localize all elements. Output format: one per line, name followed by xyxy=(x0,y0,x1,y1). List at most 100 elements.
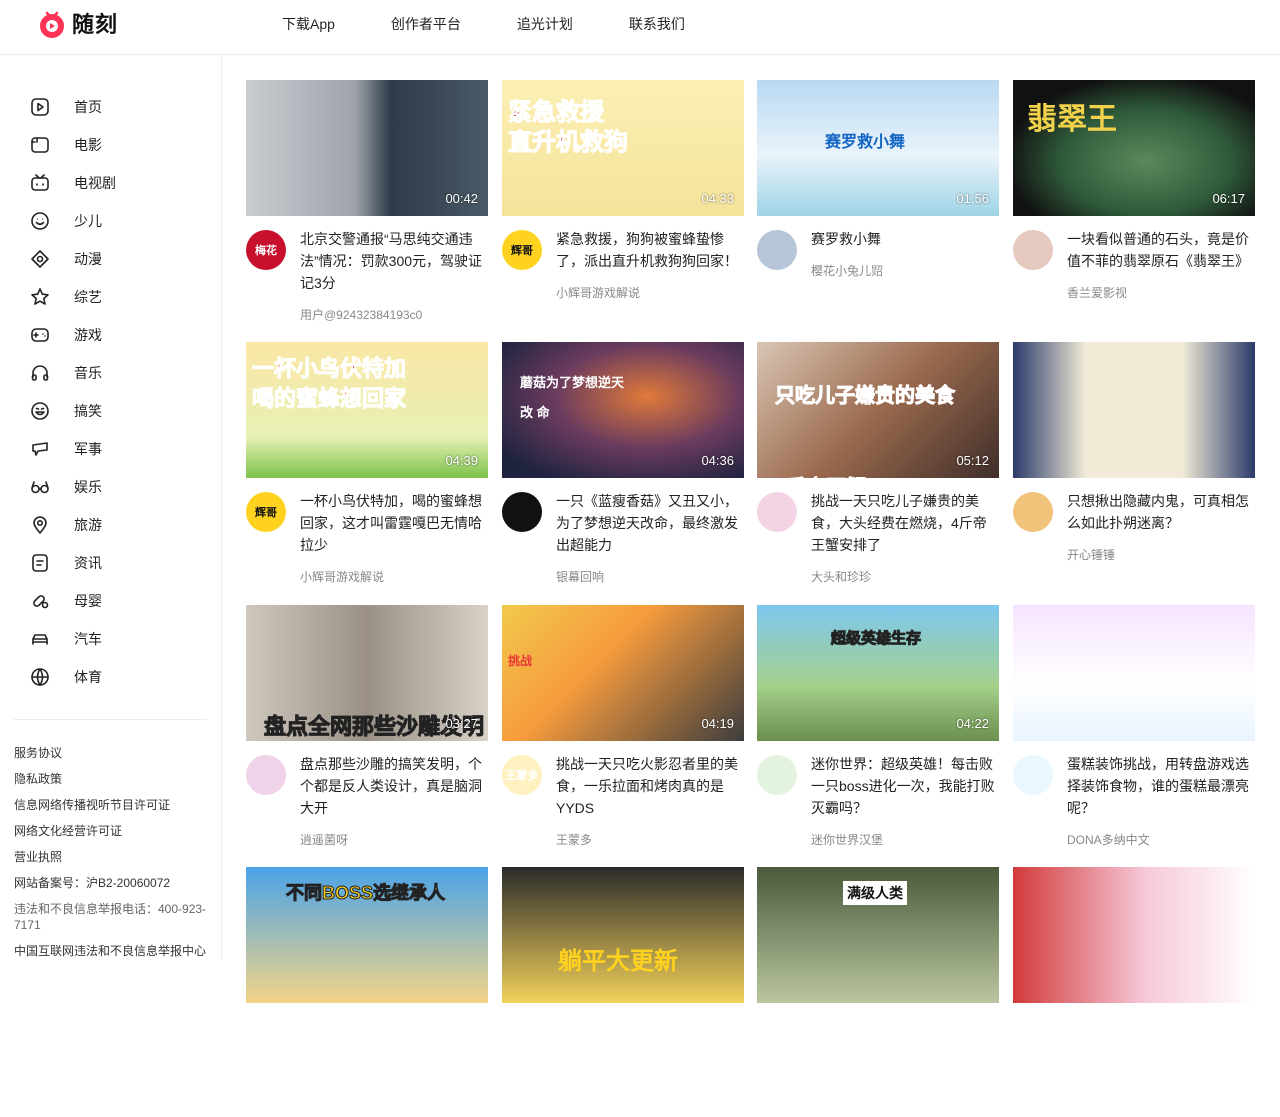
nav-light-plan[interactable]: 追光计划 xyxy=(517,14,573,34)
sidebar-item[interactable]: 音乐 xyxy=(0,354,222,392)
footer-link[interactable]: 信息网络传播视听节目许可证 xyxy=(14,797,214,813)
video-author[interactable]: 小辉哥游戏解说 xyxy=(556,284,640,301)
author-avatar[interactable] xyxy=(757,492,797,532)
video-thumbnail[interactable]: 超级英雄生存 04:22 xyxy=(757,605,999,741)
sidebar-item[interactable]: 汽车 xyxy=(0,620,222,658)
author-avatar[interactable]: 辉哥 xyxy=(502,230,542,270)
video-title[interactable]: 一块看似普通的石头，竟是价值不菲的翡翠原石《翡翠王》 xyxy=(1067,228,1255,272)
author-avatar[interactable] xyxy=(246,755,286,795)
video-thumbnail[interactable]: 00:42 xyxy=(246,80,488,216)
video-author[interactable]: 用户@92432384193c0 xyxy=(300,306,422,323)
sidebar-item[interactable]: 旅游 xyxy=(0,506,222,544)
video-thumbnail[interactable] xyxy=(1013,342,1255,478)
video-author[interactable]: 小辉哥游戏解说 xyxy=(300,568,384,585)
video-thumbnail[interactable] xyxy=(1013,867,1255,1003)
video-card[interactable]: 只吃儿子嫌贵的美食 4斤帝王蟹05:12 挑战一天只吃儿子嫌贵的美食，大头经费在燃… xyxy=(757,342,999,592)
sidebar-item[interactable]: 游戏 xyxy=(0,316,222,354)
video-card[interactable]: 满级人类 xyxy=(757,867,999,1117)
video-author[interactable]: 银幕回响 xyxy=(556,568,604,585)
sidebar-item[interactable]: 综艺 xyxy=(0,278,222,316)
video-card[interactable] xyxy=(1013,867,1255,1117)
video-thumbnail[interactable]: 翡翠王 06:17 xyxy=(1013,80,1255,216)
sidebar-item[interactable]: 电视剧 xyxy=(0,164,222,202)
video-thumbnail[interactable]: 一杯小鸟伏特加 喝的蜜蜂想回家 04:39 xyxy=(246,342,488,478)
video-card[interactable]: 蛋糕装饰挑战，用转盘游戏选择装饰食物，谁的蛋糕最漂亮呢？ DONA多纳中文 xyxy=(1013,605,1255,855)
author-avatar[interactable] xyxy=(1013,492,1053,532)
video-thumbnail[interactable]: 满级人类 xyxy=(757,867,999,1003)
video-author[interactable]: 香兰爱影视 xyxy=(1067,284,1127,301)
video-title[interactable]: 赛罗救小舞 xyxy=(811,228,999,250)
video-card[interactable]: 蘑菇为了梦想逆天 改 命 04:36 一只《蓝瘦香菇》又丑又小，为了梦想逆天改命，最… xyxy=(502,342,744,592)
author-avatar[interactable] xyxy=(757,230,797,270)
video-card[interactable]: 超级英雄生存 04:22 迷你世界：超级英雄！每击败一只boss进化一次，我能打败灭… xyxy=(757,605,999,855)
video-thumbnail[interactable]: 只吃儿子嫌贵的美食 4斤帝王蟹05:12 xyxy=(757,342,999,478)
video-author[interactable]: 迷你世界汉堡 xyxy=(811,831,883,848)
video-card[interactable]: 不同BOSS选继承人 xyxy=(246,867,488,1117)
video-card[interactable]: 一杯小鸟伏特加 喝的蜜蜂想回家 04:39 辉哥 一杯小鸟伏特加，喝的蜜蜂想回家，这才… xyxy=(246,342,488,592)
author-avatar[interactable]: 王蒙多 xyxy=(502,755,542,795)
nav-creator-platform[interactable]: 创作者平台 xyxy=(391,14,461,34)
video-title[interactable]: 紧急救援，狗狗被蜜蜂蛰惨了，派出直升机救狗狗回家！ xyxy=(556,228,744,272)
laugh-icon xyxy=(30,401,50,421)
sidebar-item[interactable]: 首页 xyxy=(0,88,222,126)
author-avatar[interactable] xyxy=(502,492,542,532)
video-card[interactable]: 盘点全网那些沙雕发明 03:27 盘点那些沙雕的搞笑发明，个个都是反人类设计，真是脑… xyxy=(246,605,488,855)
video-title[interactable]: 挑战一天只吃火影忍者里的美食，一乐拉面和烤肉真的是YYDS xyxy=(556,753,744,819)
video-thumbnail[interactable]: 躺平大更新 xyxy=(502,867,744,1003)
video-thumbnail[interactable] xyxy=(1013,605,1255,741)
logo-play-icon xyxy=(38,9,66,38)
sidebar-item[interactable]: 搞笑 xyxy=(0,392,222,430)
footer-link[interactable]: 隐私政策 xyxy=(14,771,214,787)
footer-link[interactable]: 营业执照 xyxy=(14,849,214,865)
video-author[interactable]: 逍遥菌呀 xyxy=(300,831,348,848)
video-author[interactable]: DONA多纳中文 xyxy=(1067,831,1150,848)
sidebar-item[interactable]: 母婴 xyxy=(0,582,222,620)
video-card[interactable]: 紧急救援 直升机救狗 04:33 辉哥 紧急救援，狗狗被蜜蜂蛰惨了，派出直升机救狗狗回… xyxy=(502,80,744,330)
site-logo[interactable]: 随刻 xyxy=(38,6,118,40)
author-avatar[interactable] xyxy=(1013,755,1053,795)
video-thumbnail[interactable]: 盘点全网那些沙雕发明 03:27 xyxy=(246,605,488,741)
video-title[interactable]: 盘点那些沙雕的搞笑发明，个个都是反人类设计，真是脑洞大开 xyxy=(300,753,488,819)
video-card[interactable]: 00:42 梅花 北京交警通报“马思纯交通违法”情况：罚款300元，驾驶证记3分用户… xyxy=(246,80,488,330)
video-card[interactable]: 躺平大更新 xyxy=(502,867,744,1117)
sidebar-item[interactable]: 资讯 xyxy=(0,544,222,582)
video-author[interactable]: 开心锤锤 xyxy=(1067,546,1115,563)
video-thumbnail[interactable]: 不同BOSS选继承人 xyxy=(246,867,488,1003)
video-thumbnail[interactable]: 蘑菇为了梦想逆天 改 命 04:36 xyxy=(502,342,744,478)
sidebar-item[interactable]: 少儿 xyxy=(0,202,222,240)
video-thumbnail[interactable]: 赛罗救小舞 01:56 xyxy=(757,80,999,216)
nav-download-app[interactable]: 下载App xyxy=(282,14,335,34)
video-card[interactable]: 挑战 一天只吃火影忍者里的美食04:19王蒙多挑战一天只吃火影忍者里的美食，一乐… xyxy=(502,605,744,855)
video-thumbnail[interactable]: 紧急救援 直升机救狗 04:33 xyxy=(502,80,744,216)
sidebar-item[interactable]: 电影 xyxy=(0,126,222,164)
video-author[interactable]: 樱花小兔儿㷖 xyxy=(811,262,883,279)
thumbnail-caption: 只吃儿子嫌贵的美食 4斤帝王蟹 xyxy=(775,385,956,479)
sidebar-item[interactable]: 动漫 xyxy=(0,240,222,278)
video-title[interactable]: 迷你世界：超级英雄！每击败一只boss进化一次，我能打败灭霸吗？ xyxy=(811,753,999,819)
sidebar-item[interactable]: 体育 xyxy=(0,658,222,696)
sidebar-item[interactable]: 军事 xyxy=(0,430,222,468)
video-title[interactable]: 一只《蓝瘦香菇》又丑又小，为了梦想逆天改命，最终激发出超能力 xyxy=(556,490,744,556)
footer-link[interactable]: 网站备案号：沪B2-20060072 xyxy=(14,875,214,891)
footer-link[interactable]: 网络文化经营许可证 xyxy=(14,823,214,839)
video-card[interactable]: 赛罗救小舞 01:56 赛罗救小舞樱花小兔儿㷖 xyxy=(757,80,999,330)
footer-link[interactable]: 服务协议 xyxy=(14,745,214,761)
nav-contact-us[interactable]: 联系我们 xyxy=(629,14,685,34)
author-avatar[interactable]: 梅花 xyxy=(246,230,286,270)
footer-link[interactable]: 中国互联网违法和不良信息举报中心 xyxy=(14,943,214,959)
video-title[interactable]: 只想揪出隐藏内鬼，可真相怎么如此扑朔迷离？ xyxy=(1067,490,1255,534)
author-avatar[interactable]: 辉哥 xyxy=(246,492,286,532)
video-title[interactable]: 北京交警通报“马思纯交通违法”情况：罚款300元，驾驶证记3分 xyxy=(300,228,488,294)
author-avatar[interactable] xyxy=(1013,230,1053,270)
video-card[interactable]: 翡翠王 06:17 一块看似普通的石头，竟是价值不菲的翡翠原石《翡翠王》香兰爱影视 xyxy=(1013,80,1255,330)
video-author[interactable]: 王蒙多 xyxy=(556,831,592,848)
video-thumbnail[interactable]: 挑战 一天只吃火影忍者里的美食 04:19 xyxy=(502,605,744,741)
video-title[interactable]: 蛋糕装饰挑战，用转盘游戏选择装饰食物，谁的蛋糕最漂亮呢？ xyxy=(1067,753,1255,819)
footer-link[interactable]: 违法和不良信息举报电话：400-923-7171 xyxy=(14,901,214,933)
video-title[interactable]: 挑战一天只吃儿子嫌贵的美食，大头经费在燃烧，4斤帝王蟹安排了 xyxy=(811,490,999,556)
sidebar-item[interactable]: 娱乐 xyxy=(0,468,222,506)
author-avatar[interactable] xyxy=(757,755,797,795)
video-card[interactable]: 只想揪出隐藏内鬼，可真相怎么如此扑朔迷离？ 开心锤锤 xyxy=(1013,342,1255,592)
video-title[interactable]: 一杯小鸟伏特加，喝的蜜蜂想回家，这才叫雷霆嘎巴无情哈拉少 xyxy=(300,490,488,556)
video-author[interactable]: 大头和珍珍 xyxy=(811,568,871,585)
